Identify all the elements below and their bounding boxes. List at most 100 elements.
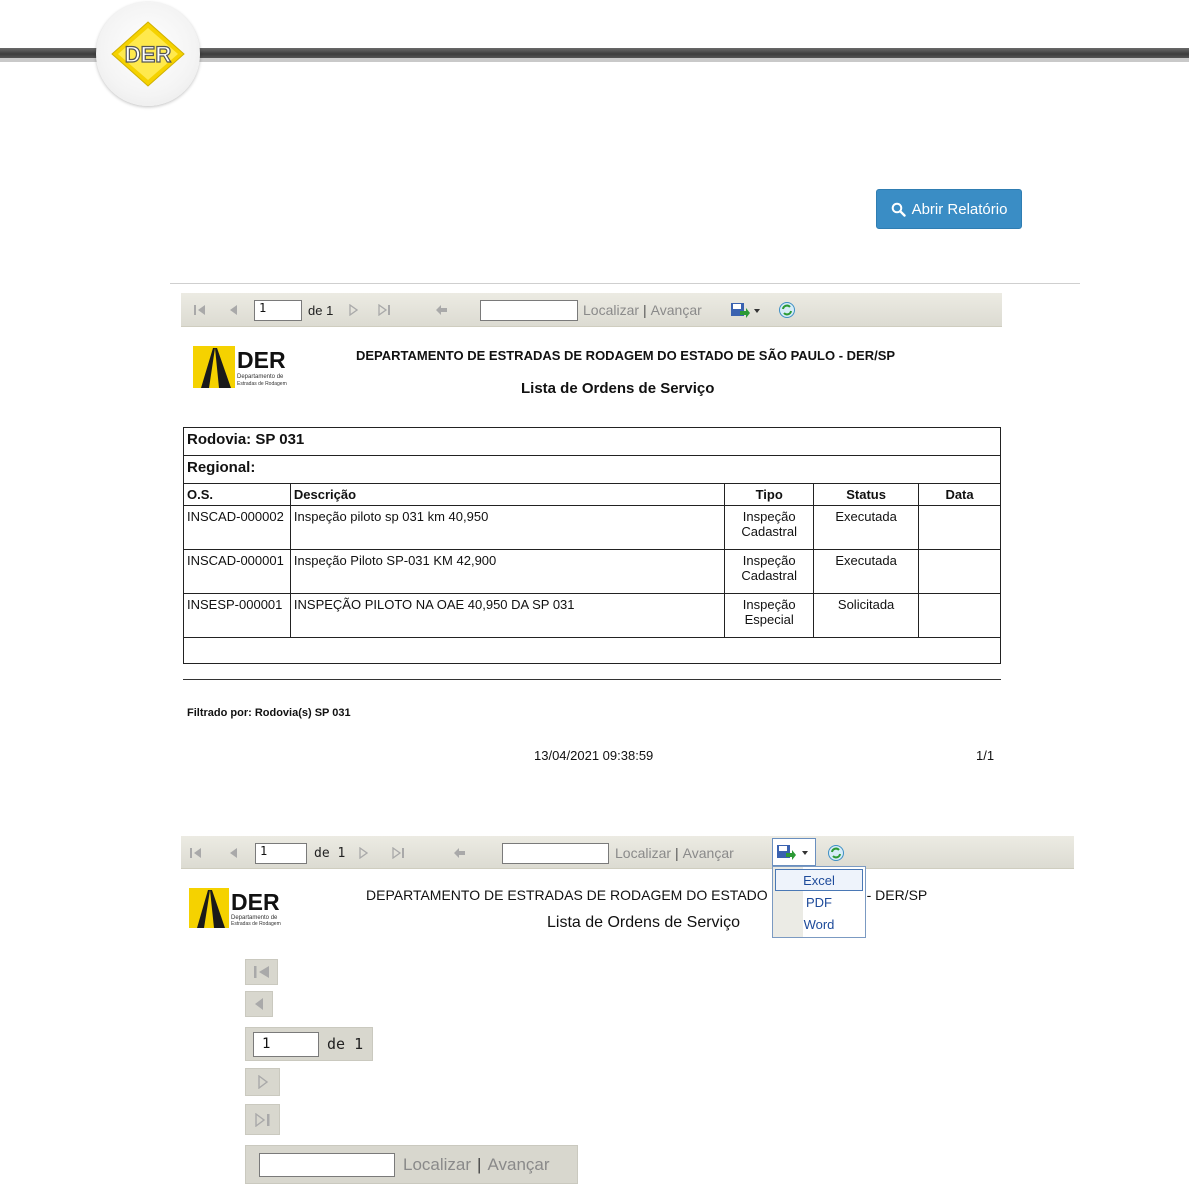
date-cell [918,505,1001,550]
table-header-row: O.S. Descrição Tipo Status Data [183,483,1001,506]
find-link[interactable]: Localizar [615,845,671,861]
first-page-button[interactable] [193,293,207,327]
zoom-previous-page-button[interactable] [245,991,273,1017]
export-button[interactable] [730,293,760,327]
os-cell: INSCAD-000002 [183,505,291,550]
type-cell: Inspeção Cadastral [724,549,815,594]
find-link[interactable]: Localizar [583,302,639,318]
report-toolbar: 1 de 1 Localizar | Avançar [181,293,1002,327]
section-divider [170,283,1080,284]
export-excel-option[interactable]: Excel [775,869,863,891]
svg-text:DER: DER [231,889,280,915]
column-header: O.S. [183,483,291,506]
next-page-button[interactable] [348,293,358,327]
svg-text:Estradas de Rodagem: Estradas de Rodagem [237,381,287,387]
table-row: INSCAD-000001 Inspeção Piloto SP-031 KM … [183,549,1001,594]
open-report-button[interactable]: Abrir Relatório [876,189,1022,229]
page-count-label: de 1 [308,302,334,318]
page-number-input[interactable]: 1 [255,842,307,864]
export-word-option[interactable]: Word [773,913,865,935]
last-page-button[interactable] [392,836,406,870]
report-title-2-end: ) - DER/SP [858,887,928,903]
export-button-active[interactable] [772,838,816,866]
zoom-last-page-button[interactable] [245,1104,280,1135]
status-cell: Executada [813,505,920,550]
next-page-icon [349,304,358,316]
back-button[interactable] [453,836,467,870]
zoom-find-link[interactable]: Localizar [403,1155,471,1175]
zoom-find-input[interactable] [259,1152,395,1177]
last-page-icon [254,1112,269,1127]
first-page-icon [194,305,205,315]
save-export-icon [731,303,760,318]
der-logo[interactable]: DER [96,2,200,106]
svg-text:DER: DER [237,347,286,373]
previous-page-button[interactable] [229,836,239,870]
os-cell: INSESP-000001 [183,593,291,638]
zoom-find-next-link[interactable]: Avançar [487,1155,549,1175]
previous-page-icon [255,998,263,1010]
column-header: Tipo [724,483,815,506]
find-next-link[interactable]: Avançar [651,302,702,318]
zoom-page-group: 1 de 1 [245,1027,373,1061]
first-page-icon [253,966,269,978]
export-pdf-option[interactable]: PDF [773,891,865,913]
report-rule [183,679,1001,680]
column-header: Data [918,483,1001,506]
next-page-button[interactable] [358,836,368,870]
status-cell: Solicitada [813,593,920,638]
find-input[interactable] [480,299,578,321]
svg-text:Estradas de Rodagem: Estradas de Rodagem [231,921,281,927]
report-title-2: DEPARTAMENTO DE ESTRADAS DE RODAGEM DO E… [366,887,768,903]
refresh-button[interactable] [778,293,796,327]
open-report-label: Abrir Relatório [911,200,1008,218]
zoom-first-page-button[interactable] [245,959,278,985]
refresh-button[interactable] [827,836,845,870]
column-header: Descrição [289,483,726,506]
last-page-icon [378,304,390,316]
der-logo-icon: DER [111,21,185,87]
page-number-input[interactable]: 1 [254,299,302,321]
find-input[interactable] [502,842,609,864]
table-footer-row [183,637,1001,664]
export-menu: Excel PDF Word [772,866,866,938]
next-page-icon [359,847,368,859]
column-header: Status [813,483,920,506]
generated-timestamp: 13/04/2021 09:38:59 [534,748,654,763]
search-icon [891,202,906,217]
zoom-page-input[interactable]: 1 [253,1031,319,1057]
report-toolbar-2: 1 de 1 Localizar | Avançar [181,836,1074,869]
table-row: INSESP-000001 INSPEÇÃO PILOTO NA OAE 40,… [183,593,1001,638]
last-page-icon [392,847,404,859]
report-title: DEPARTAMENTO DE ESTRADAS DE RODAGEM DO E… [356,348,896,363]
os-cell: INSCAD-000001 [183,549,291,594]
previous-page-button[interactable] [229,293,239,327]
status-cell: Executada [813,549,920,594]
zoom-link-separator: | [477,1154,482,1174]
previous-page-icon [230,305,237,315]
description-cell: INSPEÇÃO PILOTO NA OAE 40,950 DA SP 031 [289,593,726,638]
link-separator: | [643,302,647,318]
svg-text:DER: DER [125,42,172,67]
back-arrow-icon [436,305,447,315]
zoom-find-group: Localizar | Avançar [245,1145,578,1184]
previous-page-icon [230,848,237,858]
last-page-button[interactable] [378,293,392,327]
description-cell: Inspeção Piloto SP-031 KM 42,900 [289,549,726,594]
zoom-next-page-button[interactable] [245,1068,280,1096]
find-next-link[interactable]: Avançar [683,845,734,861]
svg-text:Departamento de: Departamento de [237,374,284,380]
date-cell [918,593,1001,638]
report-subtitle-2: Lista de Ordens de Serviço [547,914,740,931]
first-page-icon [190,848,201,858]
refresh-icon [779,302,795,318]
report-logo: DER Departamento de Estradas de Rodagem [193,346,293,392]
type-cell: Inspeção Cadastral [724,505,815,550]
zoom-page-count: de 1 [327,1035,364,1053]
back-button[interactable] [435,293,449,327]
date-cell [918,549,1001,594]
page-count-label: de 1 [314,845,346,861]
regional-label: Regional: [183,455,1001,484]
first-page-button[interactable] [189,836,203,870]
report-subtitle: Lista de Ordens de Serviço [521,380,715,397]
